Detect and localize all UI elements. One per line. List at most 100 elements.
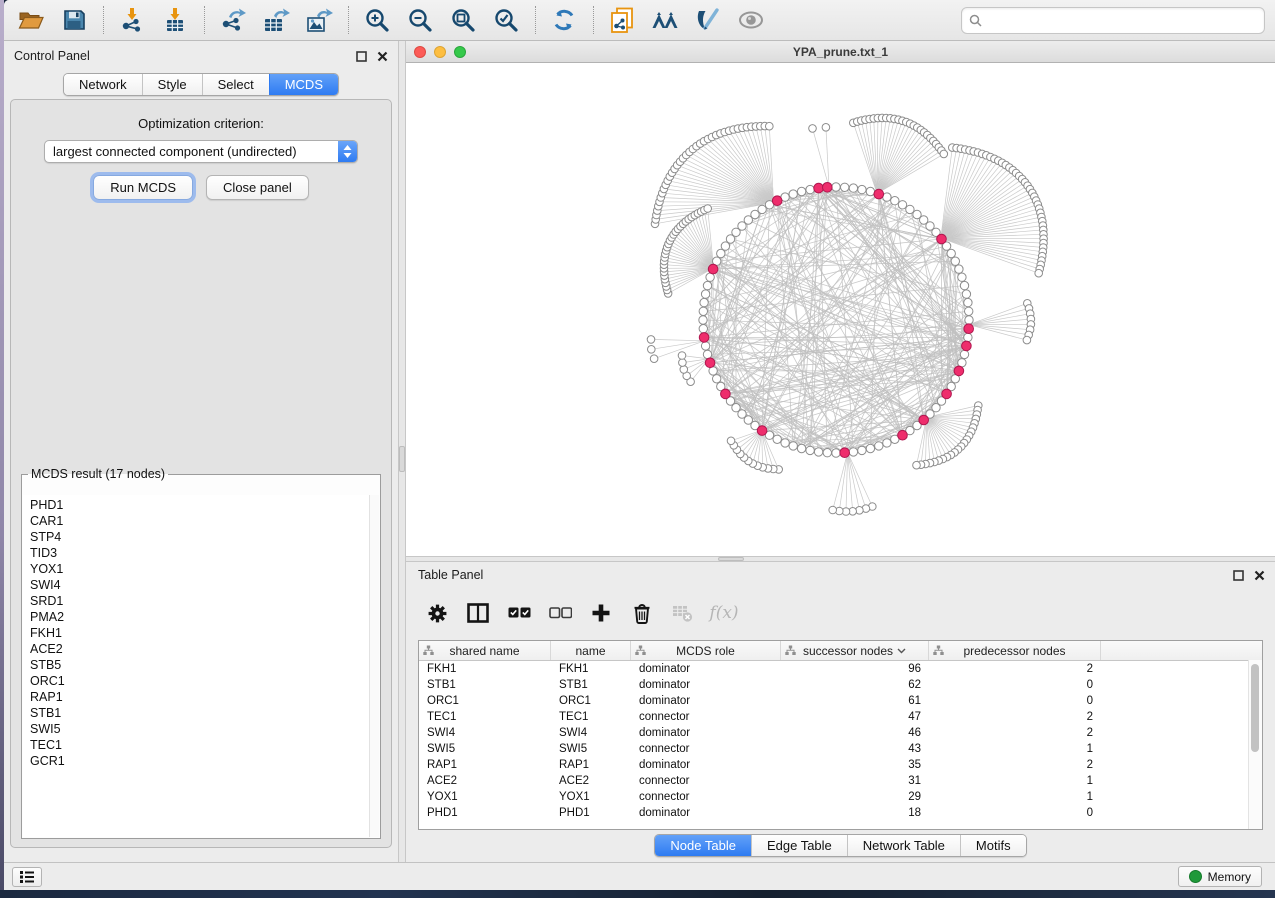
mcds-result-item[interactable]: YOX1 — [30, 561, 370, 577]
export-network-button[interactable] — [216, 4, 250, 36]
window-minimize-icon[interactable] — [434, 46, 446, 58]
table-cell: dominator — [631, 677, 781, 693]
table-row[interactable]: SWI4SWI4dominator462 — [419, 725, 1262, 741]
network-graph[interactable] — [406, 63, 1275, 556]
mcds-result-item[interactable]: ACE2 — [30, 641, 370, 657]
column-header-mcds-role[interactable]: MCDS role — [631, 641, 781, 660]
column-header-shared-name[interactable]: shared name — [419, 641, 551, 660]
save-session-button[interactable] — [57, 4, 91, 36]
mcds-result-item[interactable]: TEC1 — [30, 737, 370, 753]
mcds-result-item[interactable]: GCR1 — [30, 753, 370, 769]
table-row[interactable]: STB1STB1dominator620 — [419, 677, 1262, 693]
network-window-titlebar[interactable]: YPA_prune.txt_1 — [406, 41, 1275, 63]
table-panel-title: Table Panel — [418, 568, 483, 582]
mcds-result-item[interactable]: RAP1 — [30, 689, 370, 705]
network-canvas[interactable] — [406, 63, 1275, 556]
plus-icon — [591, 603, 611, 623]
table-row[interactable]: SWI5SWI5connector431 — [419, 741, 1262, 757]
table-row[interactable]: FKH1FKH1dominator962 — [419, 661, 1262, 677]
tab-style[interactable]: Style — [142, 74, 202, 95]
mcds-result-item[interactable]: PMA2 — [30, 609, 370, 625]
tab-select[interactable]: Select — [202, 74, 269, 95]
delete-column-button[interactable] — [629, 600, 655, 626]
mcds-result-item[interactable]: STB1 — [30, 705, 370, 721]
close-icon — [1254, 570, 1265, 581]
mcds-result-item[interactable]: STB5 — [30, 657, 370, 673]
window-close-icon[interactable] — [414, 46, 426, 58]
mcds-result-item[interactable]: TID3 — [30, 545, 370, 561]
control-panel-close-button[interactable] — [376, 50, 388, 62]
control-panel-float-button[interactable] — [355, 50, 367, 62]
vertical-splitter[interactable] — [398, 41, 406, 862]
tab-network[interactable]: Network — [64, 74, 142, 95]
table-cell: 61 — [781, 693, 929, 709]
column-header-successor-nodes[interactable]: successor nodes — [781, 641, 929, 660]
table-tab-edge-table[interactable]: Edge Table — [751, 835, 847, 856]
table-row[interactable]: ACE2ACE2connector311 — [419, 773, 1262, 789]
table-cell: connector — [631, 741, 781, 757]
mcds-list-scrollbar[interactable] — [369, 495, 379, 837]
table-cell: connector — [631, 789, 781, 805]
search-box[interactable] — [961, 7, 1265, 34]
scrollbar-thumb[interactable] — [1251, 664, 1259, 752]
deselect-all-button[interactable] — [547, 600, 573, 626]
table-body: FKH1FKH1dominator962STB1STB1dominator620… — [419, 661, 1262, 821]
export-image-button[interactable] — [302, 4, 336, 36]
mcds-result-item[interactable]: ORC1 — [30, 673, 370, 689]
table-panel-close-button[interactable] — [1253, 569, 1265, 581]
window-maximize-icon[interactable] — [454, 46, 466, 58]
export-table-button[interactable] — [259, 4, 293, 36]
zoom-selected-button[interactable] — [489, 4, 523, 36]
mcds-result-item[interactable]: SWI5 — [30, 721, 370, 737]
mcds-result-list[interactable]: PHD1CAR1STP4TID3YOX1SWI4SRD1PMA2FKH1ACE2… — [23, 495, 370, 837]
mcds-result-item[interactable]: SWI4 — [30, 577, 370, 593]
show-column-panel-button[interactable] — [465, 600, 491, 626]
function-builder-button[interactable]: f(x) — [711, 600, 737, 626]
mcds-result-item[interactable]: FKH1 — [30, 625, 370, 641]
apply-layout-button[interactable] — [547, 4, 581, 36]
table-row[interactable]: ORC1ORC1dominator610 — [419, 693, 1262, 709]
export-table-icon — [262, 7, 290, 33]
first-neighbors-button[interactable] — [648, 4, 682, 36]
table-tab-motifs[interactable]: Motifs — [960, 835, 1026, 856]
main-toolbar — [4, 0, 1275, 41]
table-panel-titlebar: Table Panel — [406, 562, 1275, 588]
zoom-out-button[interactable] — [403, 4, 437, 36]
table-tab-node-table[interactable]: Node Table — [655, 835, 751, 856]
mcds-result-item[interactable]: STP4 — [30, 529, 370, 545]
splitter-grip[interactable] — [718, 557, 744, 561]
table-tab-network-table[interactable]: Network Table — [847, 835, 960, 856]
table-panel-float-button[interactable] — [1232, 569, 1244, 581]
optimization-criterion-select[interactable]: largest connected component (undirected) — [44, 140, 358, 163]
import-table-button[interactable] — [158, 4, 192, 36]
memory-button[interactable]: Memory — [1178, 866, 1262, 887]
table-row[interactable]: PHD1PHD1dominator180 — [419, 805, 1262, 821]
mcds-result-item[interactable]: CAR1 — [30, 513, 370, 529]
open-file-button[interactable] — [14, 4, 48, 36]
zoom-fit-icon — [450, 7, 476, 33]
table-settings-button[interactable] — [424, 600, 450, 626]
table-scrollbar[interactable] — [1248, 660, 1262, 829]
table-row[interactable]: YOX1YOX1connector291 — [419, 789, 1262, 805]
table-row[interactable]: TEC1TEC1connector472 — [419, 709, 1262, 725]
column-header-predecessor-nodes[interactable]: predecessor nodes — [929, 641, 1101, 660]
add-column-button[interactable] — [588, 600, 614, 626]
show-graphics-details-button[interactable] — [734, 4, 768, 36]
new-network-from-selection-button[interactable] — [605, 4, 639, 36]
zoom-fit-button[interactable] — [446, 4, 480, 36]
run-mcds-button[interactable]: Run MCDS — [93, 175, 193, 200]
tab-mcds[interactable]: MCDS — [269, 74, 338, 95]
vizmapper-button[interactable] — [691, 4, 725, 36]
task-history-button[interactable] — [12, 867, 42, 887]
mcds-result-item[interactable]: SRD1 — [30, 593, 370, 609]
search-input[interactable] — [987, 12, 1257, 28]
select-all-button[interactable] — [506, 600, 532, 626]
delete-table-button[interactable] — [670, 600, 696, 626]
splitter-grip[interactable] — [399, 446, 405, 472]
zoom-in-button[interactable] — [360, 4, 394, 36]
import-network-button[interactable] — [115, 4, 149, 36]
table-row[interactable]: RAP1RAP1dominator352 — [419, 757, 1262, 773]
column-header-name[interactable]: name — [551, 641, 631, 660]
mcds-result-item[interactable]: PHD1 — [30, 497, 370, 513]
close-panel-button[interactable]: Close panel — [206, 175, 309, 200]
